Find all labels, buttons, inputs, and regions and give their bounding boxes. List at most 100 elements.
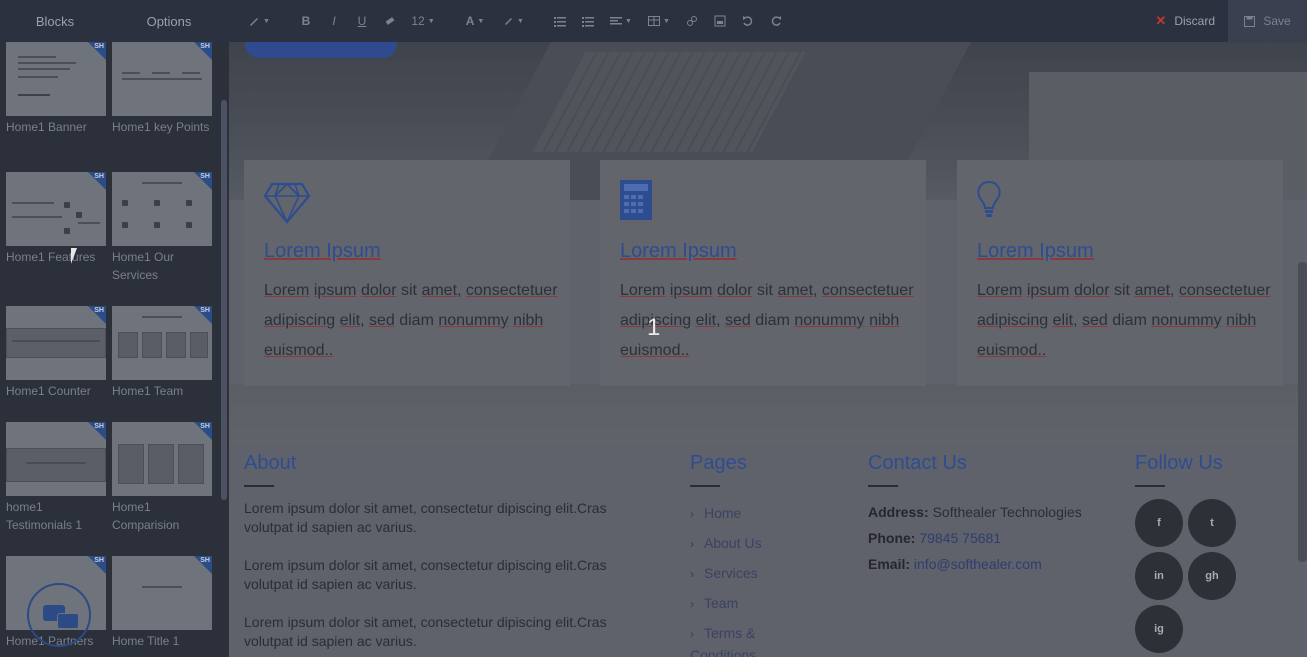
footer-about: About Lorem ipsum dolor sit amet, consec… — [244, 452, 656, 657]
numbered-list-icon — [582, 17, 594, 27]
block-thumbnail: SH — [6, 42, 106, 116]
card-text: Lorem ipsum dolor sit amet, consectetuer… — [620, 282, 914, 359]
block-thumbnail: SH — [6, 306, 106, 380]
footer-contact: Contact Us Address: Softhealer Technolog… — [868, 452, 1082, 577]
numbered-list-button[interactable] — [574, 0, 602, 42]
sidebar-scrollbar[interactable] — [219, 42, 229, 657]
tab-blocks[interactable]: Blocks — [0, 0, 110, 42]
bold-button[interactable]: B — [292, 0, 320, 42]
sh-badge: SH — [94, 173, 104, 180]
feature-card: Lorem Ipsum Lorem ipsum dolor sit amet, … — [244, 160, 570, 386]
block-thumbnail: SH — [6, 172, 106, 246]
redo-button[interactable] — [762, 0, 790, 42]
chevron-right-icon: › — [690, 567, 694, 581]
block-home1-features[interactable]: SH Home1 Features — [6, 172, 106, 266]
block-home1-our-services[interactable]: SH Home1 Our Services — [112, 172, 212, 284]
footer-link-home[interactable]: › Home — [690, 499, 770, 529]
card-title: Lorem Ipsum — [977, 240, 1094, 262]
block-thumbnail: SH — [112, 556, 212, 630]
redo-icon — [771, 16, 781, 26]
bold-icon: B — [301, 14, 311, 28]
card-text: Lorem ipsum dolor sit amet, consectetuer… — [977, 282, 1271, 359]
block-thumbnail: SH — [112, 306, 212, 380]
sh-badge: SH — [94, 307, 104, 314]
footer-heading: Contact Us — [868, 452, 967, 474]
undo-button[interactable] — [734, 0, 762, 42]
contact-email: Email: info@softhealer.com — [868, 556, 1042, 572]
bullet-list-button[interactable] — [546, 0, 574, 42]
footer-link-team[interactable]: › Team — [690, 589, 770, 619]
link-button[interactable] — [678, 0, 706, 42]
block-label: Home1 Comparision — [112, 500, 180, 532]
save-button[interactable]: Save — [1228, 0, 1307, 42]
chat-widget-button[interactable] — [27, 583, 91, 647]
lightbulb-icon — [977, 180, 1001, 217]
align-dropdown[interactable]: ▼ — [602, 0, 640, 42]
linkedin-icon[interactable]: in — [1135, 552, 1183, 600]
eraser-button[interactable] — [376, 0, 404, 42]
instagram-icon[interactable]: ig — [1135, 605, 1183, 653]
footer-link-about-us[interactable]: › About Us — [690, 529, 770, 559]
discard-button[interactable]: ✕ Discard — [1139, 0, 1228, 42]
underline-button[interactable]: U — [348, 0, 376, 42]
github-icon[interactable]: gh — [1188, 552, 1236, 600]
block-label: Home1 Features — [6, 250, 96, 264]
diamond-icon — [264, 182, 310, 224]
block-home1-banner[interactable]: SH Home1 Banner — [6, 42, 106, 136]
phone-link[interactable]: 79845 75681 — [919, 530, 1001, 546]
canvas-scrollbar[interactable] — [1298, 262, 1307, 562]
card-title: Lorem Ipsum — [264, 240, 381, 262]
footer-link-services[interactable]: › Services — [690, 559, 770, 589]
block-label: Home1 Our Services — [112, 250, 175, 282]
twitter-icon[interactable]: t — [1188, 499, 1236, 547]
bullet-list-icon — [554, 17, 566, 27]
table-dropdown[interactable]: ▼ — [640, 0, 678, 42]
feature-card: Lorem Ipsum Lorem ipsum dolor sit amet, … — [600, 160, 926, 386]
footer-heading: Pages — [690, 452, 747, 474]
facebook-icon[interactable]: f — [1135, 499, 1183, 547]
sh-badge: SH — [200, 423, 210, 430]
block-home1-testimonials[interactable]: SH home1 Testimonials 1 — [6, 422, 106, 534]
page-number-overlay: 1 — [647, 314, 661, 341]
tab-options[interactable]: Options — [110, 0, 228, 42]
feature-card: Lorem Ipsum Lorem ipsum dolor sit amet, … — [957, 160, 1283, 386]
block-home1-comparision[interactable]: SH Home1 Comparision — [112, 422, 212, 534]
text-color-dropdown[interactable]: A ▼ — [456, 0, 494, 42]
underline-icon: U — [357, 14, 367, 28]
card-title: Lorem Ipsum — [620, 240, 737, 262]
close-icon: ✕ — [1155, 13, 1167, 28]
footer-link-terms[interactable]: › Terms & Conditions — [690, 623, 770, 657]
block-thumbnail: SH — [112, 172, 212, 246]
about-paragraph: Lorem ipsum dolor sit amet, consectetur … — [244, 614, 607, 649]
chevron-right-icon: › — [690, 627, 694, 641]
blocks-panel: SH Home1 Banner SH Home1 key Points SH H… — [0, 42, 229, 657]
block-home-title-1[interactable]: SH Home Title 1 — [112, 556, 212, 650]
block-label: Home Title 1 — [112, 634, 180, 648]
formatting-tools: ▼ B I U 12 ▼ A ▼ ▼ ▼ ▼ — [240, 0, 790, 42]
chevron-right-icon: › — [690, 597, 694, 611]
sh-badge: SH — [200, 557, 210, 564]
eraser-icon — [385, 17, 395, 25]
text-color-icon: A — [465, 14, 475, 28]
hero-button[interactable] — [245, 42, 397, 58]
sh-badge: SH — [94, 557, 104, 564]
sidebar-scroll-thumb[interactable] — [221, 100, 227, 500]
calculator-icon — [620, 180, 652, 220]
block-home1-key-points[interactable]: SH Home1 key Points — [112, 42, 212, 136]
font-size-dropdown[interactable]: 12 ▼ — [404, 0, 442, 42]
align-left-icon — [610, 17, 623, 25]
image-button[interactable] — [706, 0, 734, 42]
block-home1-counter[interactable]: SH Home1 Counter — [6, 306, 106, 400]
sh-badge: SH — [200, 43, 210, 50]
style-dropdown[interactable]: ▼ — [240, 0, 278, 42]
floppy-disk-icon — [1244, 15, 1256, 27]
block-label: home1 Testimonials 1 — [6, 500, 83, 532]
chevron-right-icon: › — [690, 507, 694, 521]
save-label: Save — [1263, 14, 1291, 28]
footer-pages: Pages › Home › About Us › Services › Team › T… — [690, 452, 770, 657]
email-link[interactable]: info@softhealer.com — [914, 556, 1042, 572]
block-home1-team[interactable]: SH Home1 Team — [112, 306, 212, 400]
block-label: Home1 Team — [112, 384, 184, 398]
highlight-dropdown[interactable]: ▼ — [494, 0, 532, 42]
italic-button[interactable]: I — [320, 0, 348, 42]
